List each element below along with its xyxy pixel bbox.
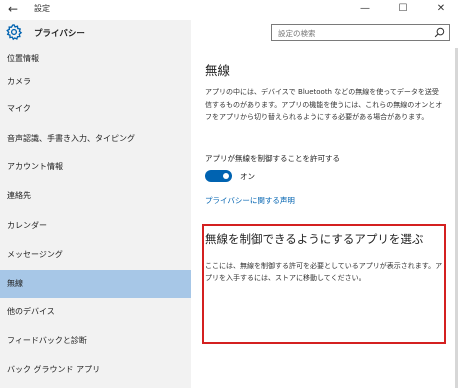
sidebar-item-camera[interactable]: カメラ (0, 69, 191, 95)
sidebar-item-label: カメラ (7, 77, 31, 86)
sidebar: プライバシー 位置情報 カメラ マイク 音声認識、手書き入力、タイピング アカウ… (0, 20, 191, 388)
sidebar-item-label: カレンダー (7, 221, 47, 230)
close-button[interactable]: ✕ (428, 0, 454, 18)
maximize-button[interactable]: ☐ (390, 0, 416, 18)
window-title: 設定 (34, 4, 50, 13)
section-title: 無線を制御できるようにするアプリを選ぶ (205, 232, 424, 246)
section-description: ここには、無線を制御する許可を必要としているアプリが表示されます。アプリを入手す… (205, 262, 443, 282)
toggle-state-text: オン (240, 172, 255, 181)
sidebar-item-calendar[interactable]: カレンダー (0, 213, 191, 239)
sidebar-item-label: 音声認識、手書き入力、タイピング (7, 134, 135, 143)
sidebar-title: プライバシー (34, 29, 85, 39)
privacy-statement-link[interactable]: プライバシーに関する声明 (205, 195, 295, 206)
sidebar-item-background-apps[interactable]: バック グラウンド アプリ (0, 357, 191, 383)
page-title: 無線 (205, 63, 231, 78)
back-button[interactable]: ← (6, 1, 20, 17)
title-bar: ← 設定 — ☐ ✕ (0, 0, 458, 20)
sidebar-item-contacts[interactable]: 連絡先 (0, 183, 191, 209)
sidebar-item-label: メッセージング (7, 250, 63, 259)
sidebar-item-speech[interactable]: 音声認識、手書き入力、タイピング (0, 126, 191, 152)
sidebar-item-feedback[interactable]: フィードバックと診断 (0, 328, 191, 354)
sidebar-item-label: アカウント情報 (7, 162, 63, 171)
search-icon[interactable] (434, 27, 445, 38)
sidebar-item-account-info[interactable]: アカウント情報 (0, 154, 191, 180)
sidebar-item-label: バック グラウンド アプリ (7, 365, 101, 374)
search-placeholder: 設定の検索 (278, 29, 316, 38)
page-description: アプリの中には、デバイスで Bluetooth などの無線を使ってデータを送受信… (205, 88, 443, 121)
sidebar-item-label: 無線 (7, 279, 23, 288)
sidebar-item-messaging[interactable]: メッセージング (0, 242, 191, 268)
sidebar-item-label: マイク (7, 104, 31, 113)
sidebar-item-microphone[interactable]: マイク (0, 96, 191, 122)
search-input[interactable]: 設定の検索 (271, 24, 450, 41)
gear-icon (6, 24, 23, 41)
sidebar-item-label: フィードバックと診断 (7, 336, 87, 345)
sidebar-item-label: 位置情報 (7, 54, 39, 63)
sidebar-item-other-devices[interactable]: 他のデバイス (0, 299, 191, 325)
minimize-button[interactable]: — (352, 0, 378, 18)
sidebar-item-radios[interactable]: 無線 (0, 270, 191, 298)
sidebar-item-label: 他のデバイス (7, 307, 55, 316)
radio-control-toggle[interactable] (205, 170, 232, 182)
radio-control-toggle-label: アプリが無線を制御することを許可する (205, 154, 340, 163)
toggle-knob (223, 173, 229, 179)
sidebar-header: プライバシー (0, 20, 191, 46)
sidebar-item-label: 連絡先 (7, 191, 31, 200)
